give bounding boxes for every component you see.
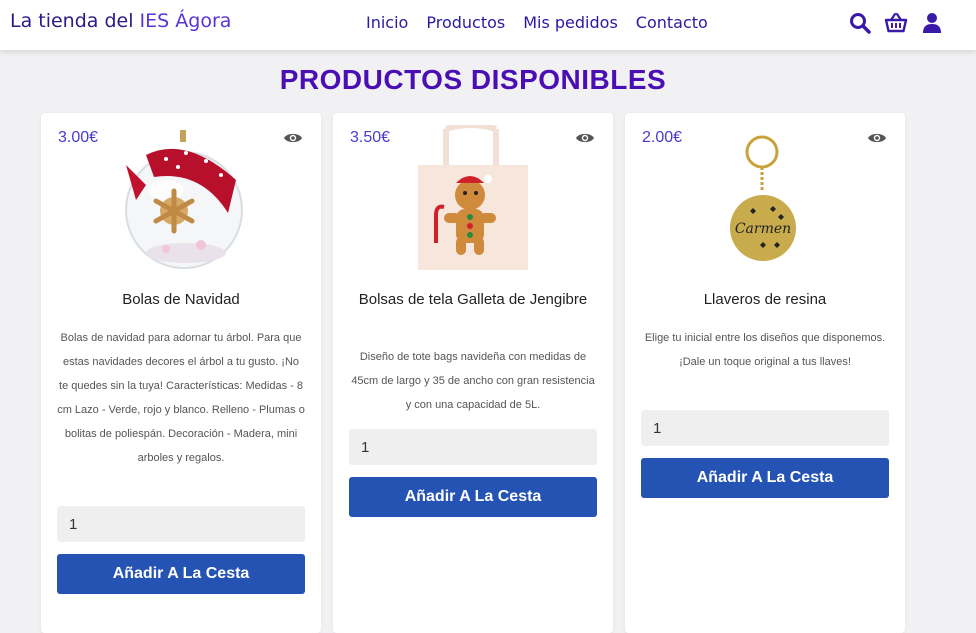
product-price: 2.00€ xyxy=(642,129,683,146)
product-image-resin-keychain[interactable]: Carmen xyxy=(690,125,840,275)
product-image-christmas-ball[interactable] xyxy=(106,125,256,275)
product-price: 3.00€ xyxy=(58,129,99,146)
quantity-input[interactable] xyxy=(349,429,597,465)
nav-link-inicio[interactable]: Inicio xyxy=(366,13,408,32)
search-icon[interactable] xyxy=(848,11,872,35)
product-description: Elige tu inicial entre los diseños que d… xyxy=(644,332,886,368)
eye-icon[interactable] xyxy=(283,130,303,144)
nav-link-contacto[interactable]: Contacto xyxy=(636,13,708,32)
quantity-input[interactable] xyxy=(641,410,889,446)
page-title: PRODUCTOS DISPONIBLES xyxy=(279,64,667,95)
eye-icon[interactable] xyxy=(575,130,595,144)
product-card: 2.00€ Carmen Llaveros de resina Elige tu… xyxy=(625,113,905,633)
product-description: Bolas de navidad para adornar tu árbol. … xyxy=(57,332,305,464)
nav-link-mis-pedidos[interactable]: Mis pedidos xyxy=(523,13,618,32)
nav-link-productos[interactable]: Productos xyxy=(426,13,505,32)
top-navbar: La tienda del IES Ágora Inicio Productos… xyxy=(0,0,976,50)
product-card: 3.50€ Bolsas de tela Galleta de Jengibre… xyxy=(333,113,613,633)
brand-main-text: La tienda del xyxy=(10,10,140,32)
basket-icon[interactable] xyxy=(884,11,908,35)
quantity-input[interactable] xyxy=(57,506,305,542)
site-brand[interactable]: La tienda del IES Ágora xyxy=(10,10,231,32)
product-image-tote-bag[interactable] xyxy=(398,122,548,275)
product-card: 3.00€ Bolas de Navidad Bolas de navidad … xyxy=(41,113,321,633)
product-name: Bolsas de tela Galleta de Jengibre xyxy=(358,291,588,308)
product-name: Llaveros de resina xyxy=(703,291,827,308)
product-description: Diseño de tote bags navideña con medidas… xyxy=(351,351,595,411)
keychain-text: Carmen xyxy=(735,221,791,237)
main-nav: Inicio Productos Mis pedidos Contacto xyxy=(366,13,726,32)
product-name: Bolas de Navidad xyxy=(122,291,240,308)
brand-accent-text: IES Ágora xyxy=(139,10,232,32)
add-to-cart-button[interactable]: Añadir A La Cesta xyxy=(57,554,305,594)
add-to-cart-button[interactable]: Añadir A La Cesta xyxy=(349,477,597,517)
add-to-cart-button[interactable]: Añadir A La Cesta xyxy=(641,458,889,498)
eye-icon[interactable] xyxy=(867,130,887,144)
nav-icon-group xyxy=(848,11,944,35)
user-icon[interactable] xyxy=(920,11,944,35)
product-price: 3.50€ xyxy=(350,129,391,146)
